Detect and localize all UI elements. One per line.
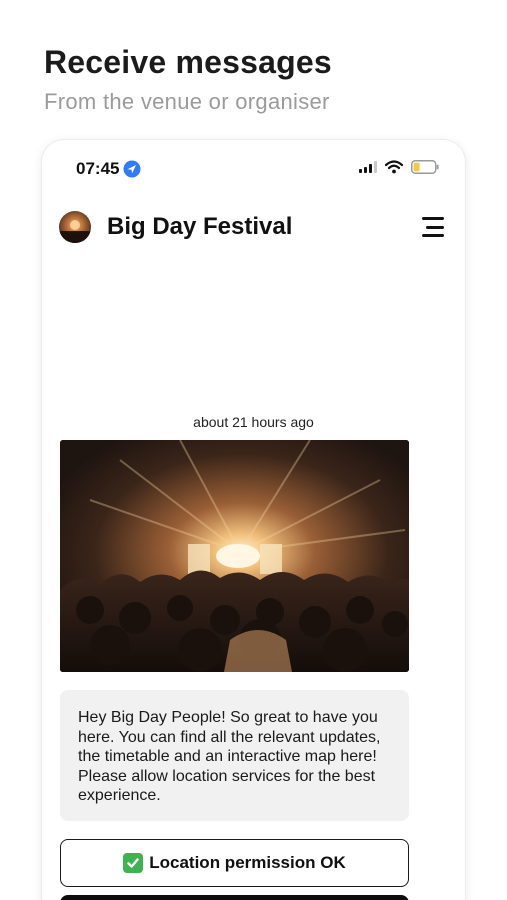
battery-low-icon [411, 160, 439, 174]
cellular-signal-icon [359, 161, 377, 173]
concert-crowd-image [60, 440, 409, 672]
status-bar-indicators [359, 160, 439, 174]
app-header: Big Day Festival [59, 210, 448, 244]
promo-headline: Receive messages [44, 44, 332, 80]
hamburger-menu-icon[interactable] [422, 215, 448, 239]
message-image[interactable] [60, 440, 409, 672]
app-title: Big Day Festival [107, 213, 293, 240]
promo-subheadline: From the venue or organiser [44, 89, 330, 114]
festival-avatar-graphic [59, 220, 91, 243]
festival-logo-avatar[interactable] [59, 211, 91, 243]
wifi-icon [385, 160, 403, 174]
status-time-text: 07:45 [76, 159, 120, 178]
location-permission-label: Location permission OK [149, 853, 346, 872]
secondary-action-button[interactable] [60, 895, 409, 900]
green-check-icon [123, 853, 144, 873]
location-arrow-icon [123, 160, 141, 178]
message-text: Hey Big Day People! So great to have you… [78, 709, 381, 804]
message-timestamp: about 21 hours ago [193, 414, 314, 430]
status-bar-time: 07:45 [76, 159, 141, 179]
message-card: Hey Big Day People! So great to have you… [60, 690, 409, 821]
phone-frame: 07:45 Big Day Festival about 21 hours ag… [42, 140, 465, 900]
location-permission-button[interactable]: Location permission OK [60, 839, 409, 887]
